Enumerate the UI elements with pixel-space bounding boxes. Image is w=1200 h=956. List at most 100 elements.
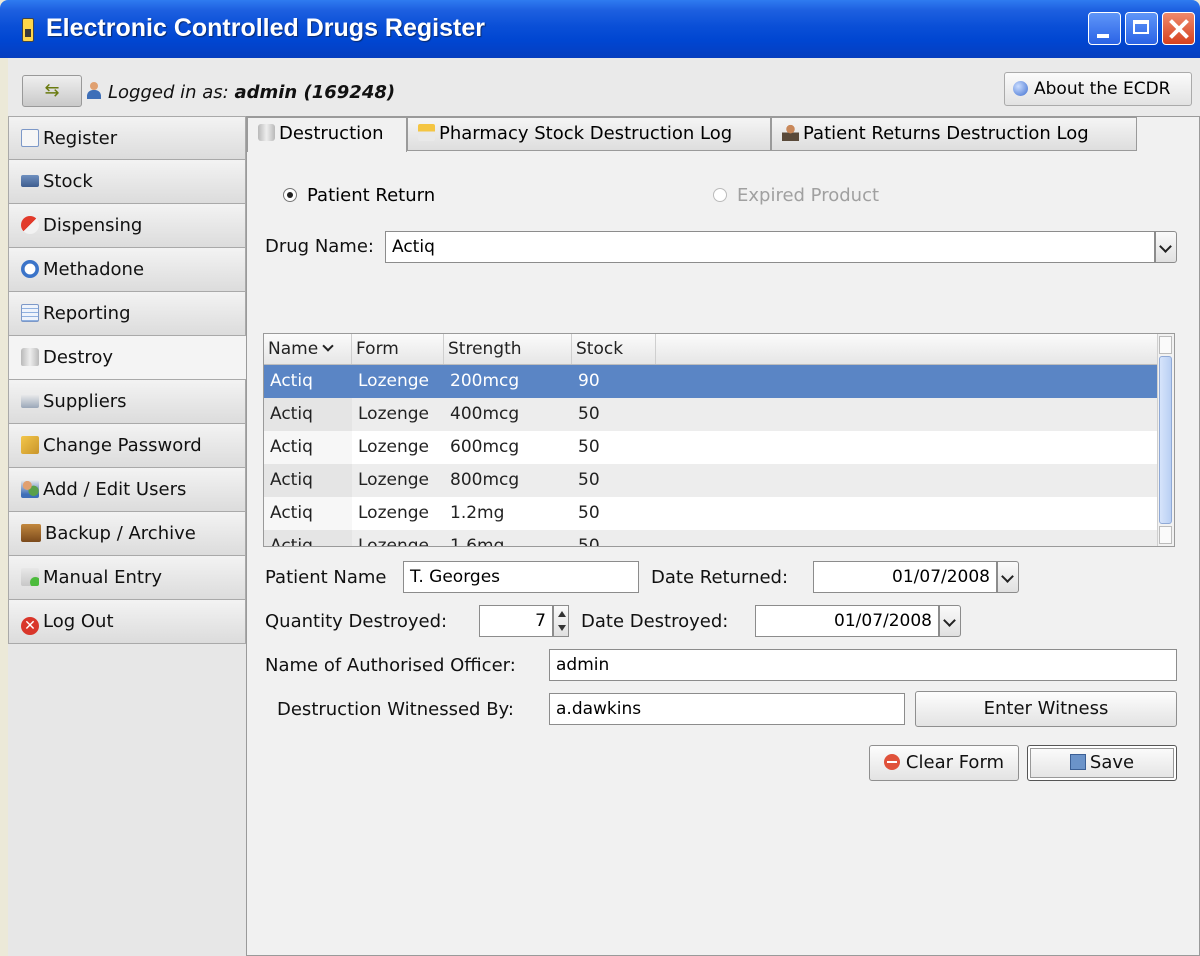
- sidebar-item-reporting[interactable]: Reporting: [8, 292, 246, 336]
- sidebar-item-label: Add / Edit Users: [43, 479, 187, 500]
- drug-name-combobox[interactable]: Actiq: [385, 231, 1155, 263]
- radio-label: Patient Return: [307, 185, 436, 206]
- user-icon: [86, 82, 102, 100]
- date-destroyed-input[interactable]: 01/07/2008: [755, 605, 939, 637]
- radio-unselected-icon: [713, 188, 727, 202]
- sidebar-item-log-out[interactable]: ✕ Log Out: [8, 600, 246, 644]
- table-cell: Lozenge: [358, 470, 429, 490]
- date-returned-input[interactable]: 01/07/2008: [813, 561, 997, 593]
- table-cell: Lozenge: [358, 536, 429, 547]
- pill-icon: [21, 216, 39, 234]
- table-row[interactable]: Actiq Lozenge 800mcg 50: [264, 464, 1160, 497]
- table-cell: 50: [578, 503, 600, 523]
- title-bar[interactable]: Electronic Controlled Drugs Register: [0, 0, 1200, 58]
- column-header-form[interactable]: Form: [352, 334, 444, 364]
- table-row[interactable]: Actiq Lozenge 600mcg 50: [264, 431, 1160, 464]
- tab-label: Patient Returns Destruction Log: [803, 123, 1089, 144]
- table-cell: 50: [578, 470, 600, 490]
- sidebar-item-suppliers[interactable]: Suppliers: [8, 380, 246, 424]
- chevron-down-icon: [1001, 570, 1014, 583]
- sidebar-item-methadone[interactable]: Methadone: [8, 248, 246, 292]
- about-button[interactable]: About the ECDR: [1004, 72, 1192, 106]
- radio-expired-product[interactable]: Expired Product: [713, 185, 879, 206]
- logged-in-status: Logged in as: admin (169248): [86, 82, 395, 103]
- radio-label: Expired Product: [737, 185, 880, 206]
- clear-form-button[interactable]: Clear Form: [869, 745, 1019, 781]
- drug-name-dropdown-button[interactable]: [1155, 231, 1177, 263]
- button-label: Clear Form: [905, 752, 1005, 773]
- manual-entry-icon: [21, 568, 39, 586]
- table-cell: 800mcg: [450, 470, 520, 490]
- minimize-button[interactable]: [1088, 12, 1121, 45]
- scroll-thumb[interactable]: [1159, 356, 1172, 524]
- table-cell: Actiq: [264, 464, 352, 497]
- table-cell: Lozenge: [358, 404, 429, 424]
- sidebar-item-manual-entry[interactable]: Manual Entry: [8, 556, 246, 600]
- table-cell: Lozenge: [358, 437, 429, 457]
- sidebar-item-destroy[interactable]: Destroy: [8, 336, 246, 380]
- sidebar-item-dispensing[interactable]: Dispensing: [8, 204, 246, 248]
- sidebar-item-add-edit-users[interactable]: Add / Edit Users: [8, 468, 246, 512]
- app-icon: [22, 18, 34, 42]
- table-cell: 600mcg: [450, 437, 520, 457]
- date-returned-picker-button[interactable]: [997, 561, 1019, 593]
- quantity-destroyed-stepper[interactable]: 7: [479, 605, 553, 637]
- witnessed-by-input[interactable]: a.dawkins: [549, 693, 905, 725]
- table-row[interactable]: Actiq Lozenge 400mcg 50: [264, 398, 1160, 431]
- logged-in-prefix: Logged in as:: [108, 82, 229, 103]
- column-header-stock[interactable]: Stock: [572, 334, 656, 364]
- table-cell: 1.6mg: [450, 536, 505, 547]
- sort-chevron-icon: [322, 340, 334, 352]
- table-body: Actiq Lozenge 200mcg 90 Actiq Lozenge 400mcg 50…: [264, 365, 1160, 547]
- password-icon: [21, 436, 39, 454]
- patient-name-label: Patient Name: [265, 567, 387, 588]
- sidebar-item-backup-archive[interactable]: Backup / Archive: [8, 512, 246, 556]
- sidebar-item-change-password[interactable]: Change Password: [8, 424, 246, 468]
- stop-icon: [883, 754, 900, 770]
- table-cell: 50: [578, 404, 600, 424]
- sidebar-item-label: Reporting: [43, 303, 131, 324]
- scroll-down-button[interactable]: [1159, 526, 1172, 544]
- sidebar-item-label: Dispensing: [43, 215, 143, 236]
- table-cell: 90: [578, 371, 600, 391]
- tab-destruction[interactable]: Destruction: [247, 117, 407, 152]
- table-row[interactable]: Actiq Lozenge 200mcg 90: [264, 365, 1160, 398]
- column-header-strength[interactable]: Strength: [444, 334, 572, 364]
- maximize-button[interactable]: [1125, 12, 1158, 45]
- save-button[interactable]: Save: [1027, 745, 1177, 781]
- logout-icon: ✕: [21, 617, 39, 635]
- bin-icon: [258, 124, 275, 141]
- register-icon: [21, 129, 39, 147]
- enter-witness-button[interactable]: Enter Witness: [915, 691, 1177, 727]
- quantity-spinner-buttons[interactable]: [553, 605, 569, 637]
- column-header-name[interactable]: Name: [264, 334, 352, 364]
- chevron-down-icon: [943, 614, 956, 627]
- date-destroyed-picker-button[interactable]: [939, 605, 961, 637]
- table-cell: Actiq: [264, 398, 352, 431]
- switch-user-button[interactable]: ⇆: [22, 75, 82, 107]
- table-cell: Actiq: [264, 431, 352, 464]
- patient-name-input[interactable]: T. Georges: [403, 561, 639, 593]
- truck-icon: [21, 175, 39, 187]
- sidebar-item-stock[interactable]: Stock: [8, 160, 246, 204]
- table-row[interactable]: Actiq Lozenge 1.6mg 50: [264, 530, 1160, 547]
- scroll-up-button[interactable]: [1159, 336, 1172, 354]
- top-bar: ⇆ Logged in as: admin (169248) About the…: [8, 58, 1200, 117]
- tab-pharmacy-stock-destruction-log[interactable]: Pharmacy Stock Destruction Log: [407, 117, 771, 151]
- table-cell: Actiq: [264, 530, 352, 546]
- close-button[interactable]: [1162, 12, 1195, 45]
- destroy-panel: Destruction Pharmacy Stock Destruction L…: [246, 116, 1200, 956]
- table-cell: 50: [578, 536, 600, 547]
- sidebar-item-label: Register: [43, 128, 118, 149]
- radio-patient-return[interactable]: Patient Return: [283, 185, 435, 206]
- sidebar-item-register[interactable]: Register: [8, 116, 246, 160]
- app-window: Electronic Controlled Drugs Register ⇆ L…: [0, 0, 1200, 956]
- date-returned-label: Date Returned:: [651, 567, 789, 588]
- sidebar-item-label: Log Out: [43, 611, 114, 632]
- quantity-destroyed-label: Quantity Destroyed:: [265, 611, 448, 632]
- table-scrollbar[interactable]: [1157, 334, 1174, 546]
- tab-patient-returns-destruction-log[interactable]: Patient Returns Destruction Log: [771, 117, 1137, 151]
- table-row[interactable]: Actiq Lozenge 1.2mg 50: [264, 497, 1160, 530]
- column-header-label: Name: [268, 339, 319, 359]
- authorised-officer-input[interactable]: admin: [549, 649, 1177, 681]
